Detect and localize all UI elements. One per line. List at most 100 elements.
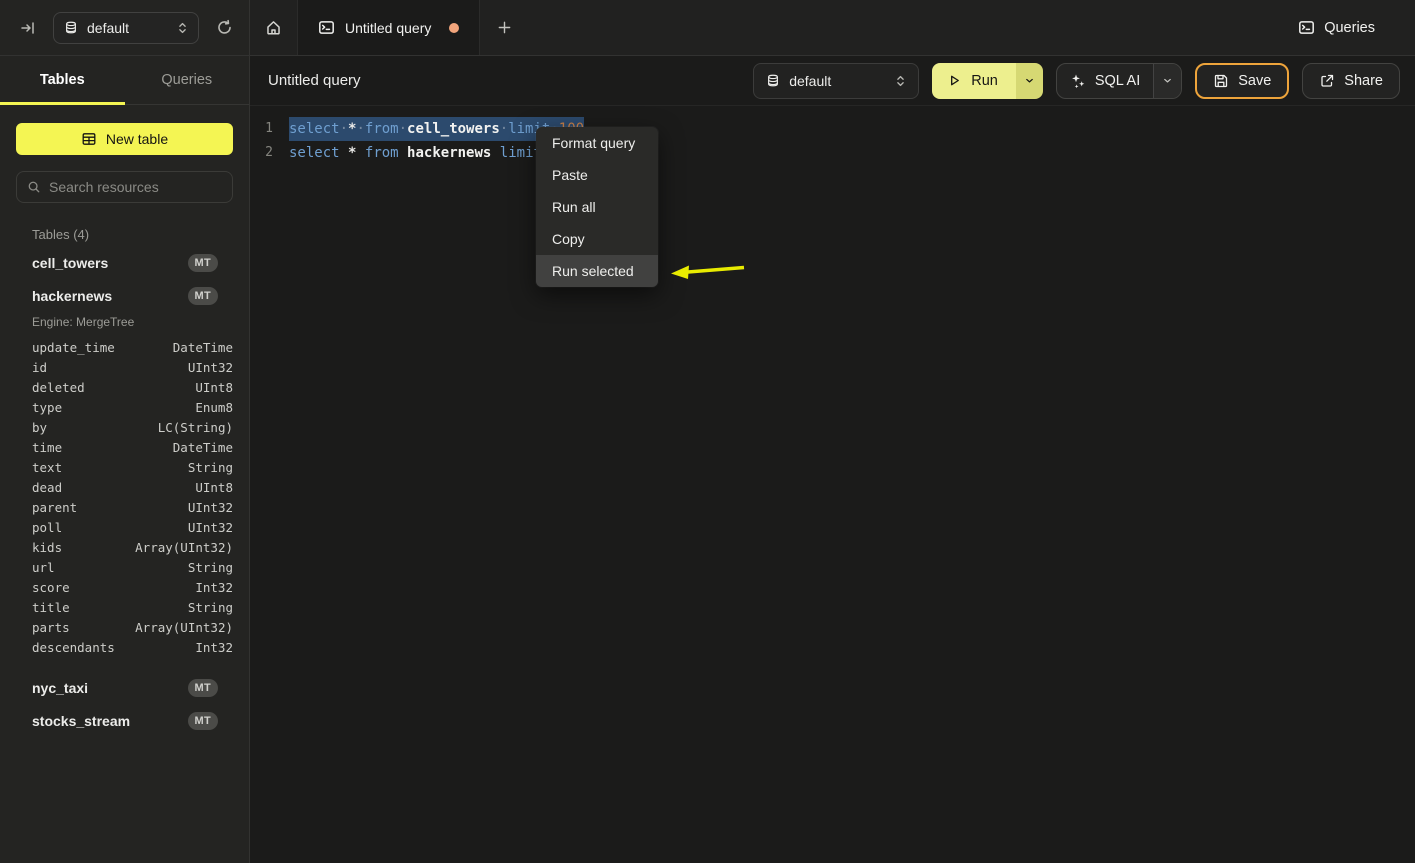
column-row: textString — [16, 457, 233, 477]
engine-badge: MT — [188, 254, 218, 272]
menu-item-format-query[interactable]: Format query — [536, 127, 658, 159]
sql-ai-button-group: SQL AI — [1056, 63, 1182, 99]
run-options-button[interactable] — [1016, 63, 1043, 99]
database-selector-value: default — [87, 20, 129, 36]
play-icon — [947, 73, 962, 88]
database-icon — [766, 73, 780, 88]
sql-ai-options-button[interactable] — [1153, 64, 1181, 98]
active-tab-underline — [0, 102, 125, 105]
main-panel: Untitled query default — [250, 56, 1415, 863]
column-row: urlString — [16, 557, 233, 577]
table-row-cell-towers[interactable]: cell_towers MT — [16, 246, 233, 279]
column-type: UInt32 — [188, 360, 233, 375]
column-name: update_time — [32, 340, 115, 355]
query-toolbar: default Run — [753, 63, 1400, 99]
column-row: kids Array(UInt32) — [16, 537, 233, 557]
toolbar-database-selector[interactable]: default — [753, 63, 919, 99]
sql-editor[interactable]: 1select·*·from·cell_towers·limit·1002sel… — [250, 106, 1415, 165]
run-button-group: Run — [932, 63, 1043, 99]
sidebar-tab-tables[interactable]: Tables — [0, 56, 125, 104]
menu-item-paste[interactable]: Paste — [536, 159, 658, 191]
queries-button[interactable]: Queries — [1298, 19, 1375, 36]
engine-label: Engine: MergeTree — [32, 315, 233, 329]
column-type: UInt8 — [195, 380, 233, 395]
column-type: Array(UInt32) — [135, 540, 233, 555]
chevron-down-icon — [1024, 75, 1035, 86]
home-icon — [265, 19, 282, 36]
column-name: score — [32, 580, 70, 595]
column-type: LC(String) — [158, 420, 233, 435]
column-row: parent UInt32 — [16, 497, 233, 517]
collapse-sidebar-icon[interactable] — [18, 18, 38, 38]
menu-item-copy[interactable]: Copy — [536, 223, 658, 255]
column-name: by — [32, 420, 47, 435]
column-row: by LC(String) — [16, 417, 233, 437]
hackernews-columns: update_timeDateTimeidUInt32deletedUInt8t… — [16, 337, 233, 657]
column-name: type — [32, 400, 62, 415]
menu-item-run-selected[interactable]: Run selected — [536, 255, 658, 287]
column-type: String — [188, 600, 233, 615]
sql-ai-label: SQL AI — [1095, 73, 1140, 89]
share-button-label: Share — [1344, 73, 1383, 89]
table-row-hackernews[interactable]: hackernews MT — [16, 279, 233, 312]
sidebar: Tables Queries New table Tables (4) cell… — [0, 56, 250, 863]
code-line[interactable]: 2select * from hackernews limit — [250, 141, 1415, 165]
column-row: time DateTime — [16, 437, 233, 457]
topbar-right: Queries — [1298, 0, 1415, 55]
column-type: UInt32 — [188, 500, 233, 515]
tables-section-label: Tables (4) — [32, 227, 233, 242]
engine-badge: MT — [188, 712, 218, 730]
code-area: 1select·*·from·cell_towers·limit·1002sel… — [250, 117, 1415, 165]
database-selector[interactable]: default — [53, 12, 199, 44]
plus-icon — [497, 20, 512, 35]
save-icon — [1213, 73, 1229, 89]
app-window: default Untitled query — [0, 0, 1415, 863]
query-title: Untitled query — [268, 72, 361, 89]
sparkles-icon — [1070, 73, 1086, 89]
queries-button-label: Queries — [1324, 20, 1375, 36]
column-name: time — [32, 440, 62, 455]
column-type: DateTime — [173, 340, 233, 355]
tab-title: Untitled query — [345, 20, 431, 36]
home-tab[interactable] — [250, 0, 297, 55]
search-input[interactable] — [49, 179, 230, 195]
column-name: kids — [32, 540, 62, 555]
new-tab-button[interactable] — [480, 0, 528, 55]
chevron-up-down-icon — [177, 21, 188, 35]
run-button-label: Run — [971, 73, 998, 89]
column-type: UInt8 — [195, 480, 233, 495]
save-button-label: Save — [1238, 73, 1271, 89]
column-type: Int32 — [195, 640, 233, 655]
unsaved-indicator-dot — [449, 23, 459, 33]
column-name: descendants — [32, 640, 115, 655]
column-row: descendants Int32 — [16, 637, 233, 657]
tabstrip: Untitled query — [250, 0, 528, 55]
new-table-button[interactable]: New table — [16, 123, 233, 155]
column-row: partsArray(UInt32) — [16, 617, 233, 637]
column-name: poll — [32, 520, 62, 535]
column-type: Array(UInt32) — [135, 620, 233, 635]
table-row-nyc-taxi[interactable]: nyc_taxi MT — [16, 671, 233, 704]
sql-ai-button[interactable]: SQL AI — [1057, 64, 1153, 98]
table-name: cell_towers — [32, 255, 108, 271]
topbar-left: default — [0, 0, 250, 55]
refresh-icon[interactable] — [214, 17, 235, 38]
new-table-label: New table — [106, 131, 168, 147]
line-number: 1 — [250, 117, 273, 141]
terminal-icon — [318, 19, 335, 36]
save-button[interactable]: Save — [1195, 63, 1289, 99]
sidebar-tab-queries[interactable]: Queries — [125, 56, 250, 104]
table-name: nyc_taxi — [32, 680, 88, 696]
table-row-stocks-stream[interactable]: stocks_stream MT — [16, 704, 233, 737]
column-name: parent — [32, 500, 77, 515]
engine-badge: MT — [188, 287, 218, 305]
column-name: title — [32, 600, 70, 615]
run-button[interactable]: Run — [932, 63, 1016, 99]
code-line[interactable]: 1select·*·from·cell_towers·limit·100 — [250, 117, 1415, 141]
menu-item-run-all[interactable]: Run all — [536, 191, 658, 223]
column-row: typeEnum8 — [16, 397, 233, 417]
share-button[interactable]: Share — [1302, 63, 1400, 99]
column-type: DateTime — [173, 440, 233, 455]
tab-untitled-query[interactable]: Untitled query — [297, 0, 480, 55]
code-text[interactable]: select * from hackernews limit — [289, 141, 542, 165]
